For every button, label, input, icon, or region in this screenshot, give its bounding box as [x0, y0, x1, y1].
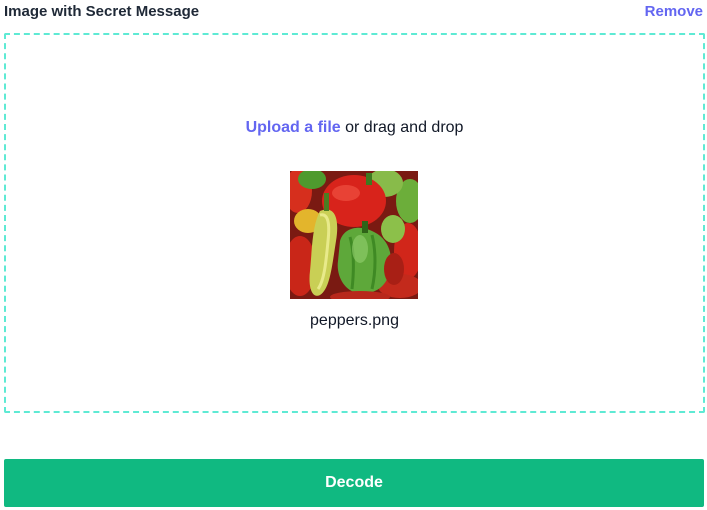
page-title: Image with Secret Message	[4, 2, 200, 20]
upload-instructions: Upload a file or drag and drop	[6, 119, 703, 137]
image-preview	[290, 171, 418, 299]
remove-button[interactable]: Remove	[645, 3, 703, 20]
file-name: peppers.png	[310, 312, 399, 329]
page: Image with Secret Message Remove Upload …	[0, 0, 707, 510]
peppers-image	[290, 171, 418, 299]
decode-button[interactable]: Decode	[4, 459, 704, 507]
header: Image with Secret Message Remove	[4, 0, 703, 22]
upload-file-link[interactable]: Upload a file	[246, 119, 341, 136]
drag-drop-text: or drag and drop	[340, 119, 464, 136]
upload-dropzone[interactable]: Upload a file or drag and drop peppers.p…	[4, 33, 705, 413]
